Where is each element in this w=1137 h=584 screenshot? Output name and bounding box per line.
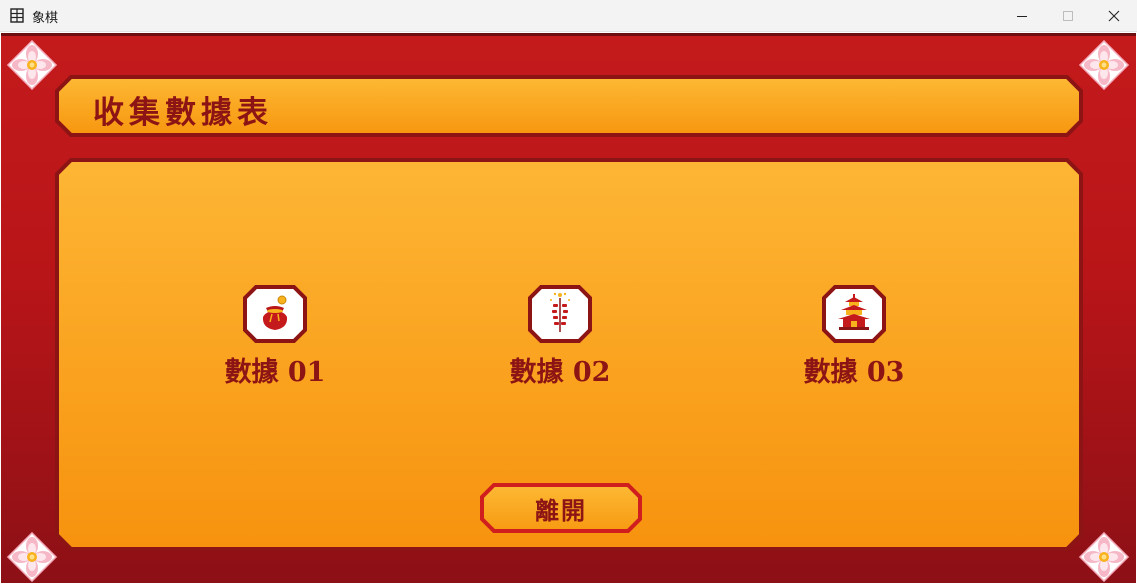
flower-ornament-icon bbox=[6, 39, 58, 91]
top-divider bbox=[1, 33, 1136, 36]
pagoda-icon bbox=[822, 285, 886, 343]
page-title: 收集數據表 bbox=[93, 95, 273, 131]
firecracker-icon bbox=[528, 285, 592, 343]
maximize-button[interactable] bbox=[1045, 0, 1091, 32]
slot-label: 數據 01 bbox=[224, 357, 326, 388]
minimize-button[interactable] bbox=[999, 0, 1045, 32]
window-title: 象棋 bbox=[32, 11, 59, 26]
flower-ornament-icon bbox=[6, 531, 58, 583]
slot-label: 數據 02 bbox=[509, 357, 611, 388]
minimize-icon bbox=[1017, 16, 1027, 17]
close-button[interactable] bbox=[1091, 0, 1137, 32]
exit-button[interactable]: 離開 bbox=[480, 483, 642, 533]
game-screen: 收集數據表 數據 01 數據 02 數據 03 離開 bbox=[1, 33, 1136, 583]
close-icon bbox=[1108, 10, 1120, 22]
maximize-icon bbox=[1063, 11, 1073, 21]
flower-ornament-icon bbox=[1078, 39, 1130, 91]
chessboard-icon bbox=[10, 8, 24, 23]
header-banner: 收集數據表 bbox=[55, 75, 1083, 137]
window-title-bar: 象棋 bbox=[0, 0, 1137, 32]
data-slot-3[interactable]: 數據 03 bbox=[774, 282, 934, 388]
data-slot-1[interactable]: 數據 01 bbox=[195, 282, 355, 388]
money-pouch-icon bbox=[243, 285, 307, 343]
data-panel: 數據 01 數據 02 數據 03 離開 bbox=[55, 158, 1083, 551]
data-slot-2[interactable]: 數據 02 bbox=[480, 282, 640, 388]
flower-ornament-icon bbox=[1078, 531, 1130, 583]
slot-label: 數據 03 bbox=[803, 357, 905, 388]
exit-button-label: 離開 bbox=[535, 496, 587, 525]
